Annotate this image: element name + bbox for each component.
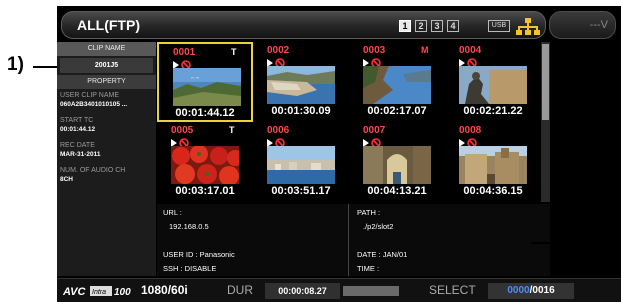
dur-label: DUR	[227, 283, 253, 297]
callout-1: 1)	[7, 54, 24, 75]
clip-duration: 00:04:13.21	[367, 185, 427, 197]
clip-name-header: CLIP NAME	[57, 42, 156, 56]
start-tc-value: 00:01:44.12	[60, 126, 96, 133]
callout-2-line	[531, 242, 583, 244]
codec-rate: 100	[114, 287, 131, 298]
clip-duration: 00:02:21.22	[463, 105, 523, 117]
codec-tag: Intra	[92, 289, 106, 296]
clip-number: 0002	[267, 45, 290, 56]
battery-indicator: ---V	[549, 11, 616, 39]
grid-scrollbar[interactable]	[541, 42, 550, 202]
clip-number: 0001	[173, 47, 196, 58]
slot-3-icon[interactable]: 3	[431, 20, 443, 32]
clip-thumbnail[interactable]: 0008 00:04:36.15	[445, 122, 541, 202]
clip-property-panel: CLIP NAME 2001J5 PROPERTY USER CLIP NAME…	[57, 42, 156, 276]
clip-mark: T	[231, 47, 237, 57]
url-label: URL :	[163, 208, 182, 217]
time-text: TIME :	[357, 264, 380, 273]
duration-value: 00:00:08.27	[265, 283, 340, 299]
ssh-text: SSH : DISABLE	[163, 264, 217, 273]
clip-duration: 00:01:44.12	[175, 107, 235, 119]
user-clip-name-value: 060A2B3401010105 ...	[60, 101, 128, 108]
path-label: PATH :	[357, 208, 381, 217]
clip-duration: 00:03:51.17	[271, 185, 331, 197]
clip-thumbnail[interactable]: 0006 00:03:51.17	[253, 122, 349, 202]
clip-duration: 00:01:30.09	[271, 105, 331, 117]
select-total: /0016	[529, 285, 555, 296]
callout-2: 2)	[587, 230, 604, 251]
url-value: 192.168.0.5	[169, 222, 209, 231]
rec-date-value: MAR-31-2011	[60, 151, 101, 158]
info-divider	[348, 204, 349, 276]
network-icon[interactable]	[516, 18, 540, 35]
clip-thumbnail[interactable]: 0007 00:04:13.21	[349, 122, 445, 202]
user-id-text: USER ID : Panasonic	[163, 250, 235, 259]
usb-icon[interactable]: USB	[488, 20, 510, 32]
scrollbar-thumb[interactable]	[542, 44, 549, 120]
user-clip-name-label: USER CLIP NAME	[60, 92, 119, 99]
codec-logo: AVC Intra 100	[63, 286, 131, 298]
date-text: DATE : JAN/01	[357, 250, 408, 259]
clip-number: 0005	[171, 125, 194, 136]
clip-thumbnail-image	[267, 66, 335, 104]
clip-thumbnail-image: ~ ~	[173, 68, 241, 106]
clip-mark: T	[229, 125, 235, 135]
slot-4-icon[interactable]: 4	[447, 20, 459, 32]
header-bar: ALL(FTP) 1 2 3 4 USB	[61, 11, 546, 39]
video-format: 1080/60i	[141, 283, 188, 297]
clip-thumbnail[interactable]: 0003 M 00:02:17.07	[349, 42, 445, 122]
clip-number: 0003	[363, 45, 386, 56]
start-tc-label: START TC	[60, 117, 94, 124]
clip-thumbnail[interactable]: 0001 T ~ ~ 00:01:44.12	[157, 42, 253, 122]
clip-duration: 00:03:17.01	[175, 185, 235, 197]
path-value: ./p2/slot2	[363, 222, 394, 231]
clip-number: 0007	[363, 125, 386, 136]
clip-number: 0006	[267, 125, 290, 136]
audio-ch-label: NUM. OF AUDIO CH	[60, 167, 126, 174]
clip-thumbnail[interactable]: 0004 00:02:21.22	[445, 42, 541, 122]
clip-mark: M	[421, 45, 429, 55]
clip-thumbnail-image	[363, 146, 431, 184]
clip-thumbnail-image	[267, 146, 335, 184]
clip-number: 0004	[459, 45, 482, 56]
slot-2-icon[interactable]: 2	[415, 20, 427, 32]
clip-number: 0008	[459, 125, 482, 136]
duration-bar	[343, 286, 399, 296]
clip-thumbnail-image	[363, 66, 431, 104]
select-count: 0000	[507, 285, 530, 296]
select-label: SELECT	[429, 283, 476, 297]
screen: ALL(FTP) 1 2 3 4 USB ---V CLIP NAME 2001…	[57, 6, 621, 302]
svg-text:~ ~: ~ ~	[191, 76, 200, 82]
clip-thumbnail[interactable]: 0005 T 00:03:17.01	[157, 122, 253, 202]
clip-thumbnail[interactable]: 0002 00:01:30.09	[253, 42, 349, 122]
clip-name-value: 2001J5	[60, 58, 153, 73]
clip-thumbnail-image	[459, 146, 527, 184]
status-footer: AVC Intra 100 1080/60i DUR 00:00:08.27 S…	[57, 278, 621, 302]
codec-name: AVC	[63, 286, 86, 298]
clip-duration: 00:04:36.15	[463, 185, 523, 197]
clip-duration: 00:02:17.07	[367, 105, 427, 117]
select-counter: 0000/0016	[488, 283, 574, 299]
rec-date-label: REC DATE	[60, 142, 95, 149]
slot-1-icon[interactable]: 1	[399, 20, 411, 32]
clip-thumbnail-image	[459, 66, 527, 104]
property-header: PROPERTY	[57, 75, 156, 89]
network-info-panel: URL : 192.168.0.5 USER ID : Panasonic SS…	[157, 204, 550, 276]
audio-ch-value: 8CH	[60, 176, 74, 183]
browse-title: ALL(FTP)	[77, 17, 140, 33]
clip-thumbnail-image	[171, 146, 239, 184]
clip-thumbnail-grid: 0001 T ~ ~ 00:01:44.12 0002 00:01:30.09 …	[157, 42, 541, 202]
